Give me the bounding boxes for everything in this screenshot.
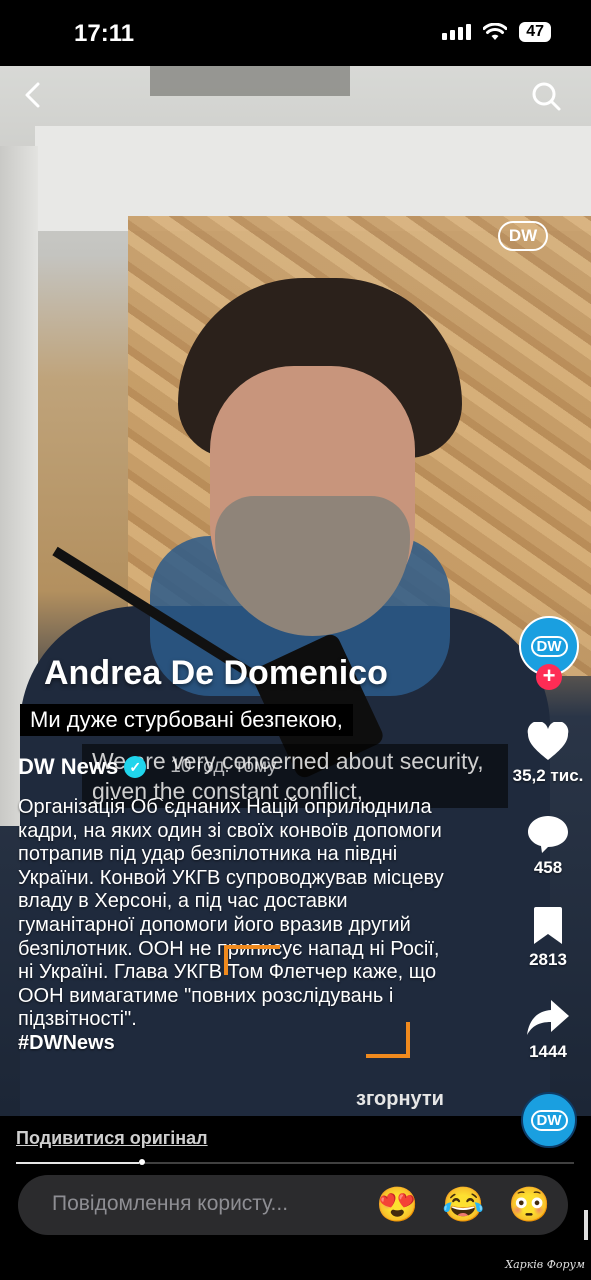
video-progress-handle[interactable]: [139, 1159, 145, 1165]
message-placeholder: Повідомлення користу...: [52, 1192, 289, 1215]
post-time: 10 год. тому: [170, 756, 277, 777]
speaker-name-overlay: Andrea De Domenico: [44, 654, 388, 692]
dw-watermark-logo: DW: [498, 221, 548, 251]
comment-count: 458: [533, 858, 563, 877]
comment-button[interactable]: 458: [512, 814, 584, 878]
cellular-signal-icon: [442, 24, 472, 40]
verified-badge-icon: ✓: [124, 756, 147, 778]
hashtag-link[interactable]: #DWNews: [18, 1032, 115, 1054]
search-icon[interactable]: [530, 80, 562, 112]
share-count: 1444: [529, 1042, 567, 1061]
back-arrow-icon[interactable]: [18, 80, 48, 110]
video-annotation-mark: [224, 945, 280, 975]
subtitle-ukrainian: Ми дуже стурбовані безпекою,: [20, 704, 353, 736]
video-annotation-mark: [366, 1022, 410, 1058]
author-row: DW News ✓ 10 год. тому: [18, 754, 277, 780]
like-count: 35,2 тис.: [512, 766, 584, 785]
scroll-indicator: [584, 1210, 588, 1240]
emoji-heart-eyes-button[interactable]: 😍: [376, 1184, 418, 1226]
view-original-link[interactable]: Подивитися оригінал: [16, 1128, 208, 1149]
post-description: Організація Об`єднаних Націй оприлюднила…: [18, 796, 458, 1056]
video-progress-fill: [16, 1162, 139, 1164]
emoji-flushed-button[interactable]: 😳: [508, 1184, 550, 1226]
music-disc-logo: DW: [530, 1109, 568, 1131]
avatar-logo: DW: [530, 635, 568, 657]
status-bar: 17:11 47: [0, 0, 591, 66]
share-arrow-icon: [527, 1000, 569, 1035]
follow-button[interactable]: +: [536, 664, 562, 690]
status-time: 17:11: [74, 20, 135, 47]
like-button[interactable]: 35,2 тис.: [512, 722, 584, 786]
bookmark-icon: [534, 907, 562, 944]
battery-indicator: 47: [519, 22, 551, 42]
background-wire: [150, 66, 350, 96]
description-text: Організація Об`єднаних Націй оприлюднила…: [18, 796, 444, 1031]
message-input-bar[interactable]: Повідомлення користу... 😍 😂 😳: [18, 1175, 568, 1235]
collapse-description-button[interactable]: згорнути: [356, 1088, 444, 1111]
music-disc[interactable]: DW: [521, 1092, 577, 1148]
video-progress-bar[interactable]: [16, 1162, 574, 1164]
status-icons: 47: [442, 22, 551, 42]
comment-bubble-icon: [528, 816, 568, 853]
bookmark-count: 2813: [529, 950, 567, 969]
site-watermark: Харків Форум: [505, 1258, 585, 1271]
emoji-laughing-button[interactable]: 😂: [442, 1184, 484, 1226]
wifi-icon: [483, 23, 508, 40]
heart-icon: [527, 722, 569, 760]
author-name[interactable]: DW News: [18, 754, 118, 780]
bookmark-button[interactable]: 2813: [512, 906, 584, 970]
share-button[interactable]: 1444: [512, 998, 584, 1062]
